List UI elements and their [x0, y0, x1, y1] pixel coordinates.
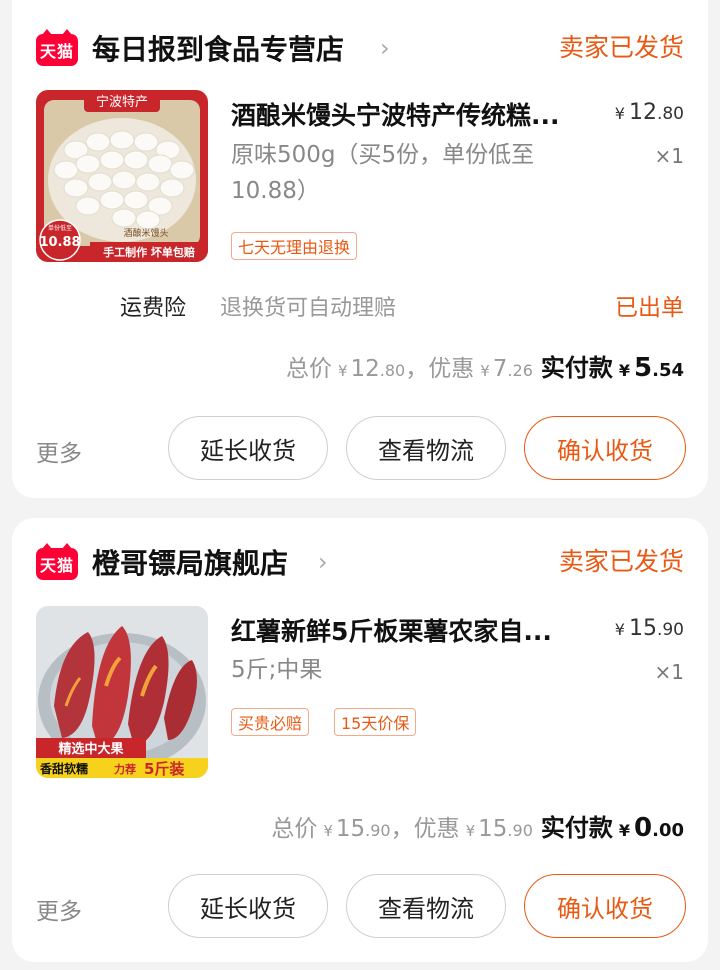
product-spec: 5斤;中果 [231, 657, 323, 683]
product-title[interactable]: 红薯新鲜5斤板栗薯农家自... [231, 612, 591, 648]
product-price: ¥12.80 [615, 100, 684, 125]
insurance-status: 已出单 [615, 295, 684, 321]
image-line1-text: 精选中大果 [58, 741, 123, 757]
confirm-receipt-button[interactable]: 确认收货 [524, 416, 686, 480]
discount-decimal: .26 [507, 361, 533, 380]
image-price-badge: 10.88 [39, 235, 80, 250]
service-tag: 15天价保 [334, 708, 417, 736]
total-integer: 12 [350, 356, 380, 382]
extend-receipt-button[interactable]: 延长收货 [168, 874, 328, 938]
image-label-text: 酒酿米馒头 [123, 227, 168, 239]
order-totals: 总价 ¥15.90 ，优惠 ¥15.90 实付款 ¥0.00 [271, 808, 684, 843]
discount-integer: 15 [478, 816, 508, 842]
paid-label: 实付款 [540, 354, 613, 382]
product-quantity: ×1 [654, 660, 684, 684]
product-quantity: ×1 [654, 144, 684, 168]
view-logistics-button[interactable]: 查看物流 [346, 874, 506, 938]
image-price-badge-label: 单份低至 [48, 224, 72, 232]
yen-symbol: ¥ [323, 822, 333, 840]
image-banner-text: 宁波特产 [96, 94, 148, 110]
product-image[interactable]: 精选中大果 香甜软糯 力荐 5斤装 [36, 606, 208, 778]
total-decimal: .90 [365, 821, 391, 840]
rice-bun-image: 宁波特产 单份低至 10.88 酒酿米馒头 手工制作 坏单包赔 [36, 90, 208, 262]
shop-header[interactable]: 天猫 每日报到食品专营店 › 卖家已发货 [12, 12, 708, 76]
order-totals: 总价 ¥12.80 ，优惠 ¥7.26 实付款 ¥5.54 [286, 348, 684, 383]
discount-label: ，优惠 [405, 356, 475, 382]
yen-symbol: ¥ [480, 362, 490, 380]
image-line2c-text: 5斤装 [144, 760, 185, 778]
price-integer: 15 [628, 616, 657, 641]
price-decimal: .90 [656, 620, 684, 640]
total-label: 总价 [271, 816, 318, 842]
shop-name[interactable]: 每日报到食品专营店 [92, 28, 344, 68]
product-title[interactable]: 酒酿米馒头宁波特产传统糕... [231, 96, 591, 132]
shop-header[interactable]: 天猫 橙哥镖局旗舰店 › 卖家已发货 [12, 526, 708, 590]
product-image[interactable]: 宁波特产 单份低至 10.88 酒酿米馒头 手工制作 坏单包赔 [36, 90, 208, 262]
total-decimal: .80 [379, 361, 406, 380]
paid-integer: 5 [634, 353, 653, 383]
image-strip-text: 手工制作 坏单包赔 [103, 245, 195, 259]
order-status: 卖家已发货 [558, 33, 684, 62]
insurance-label: 运费险 [120, 296, 187, 321]
more-button[interactable]: 更多 [36, 434, 82, 468]
view-logistics-button[interactable]: 查看物流 [346, 416, 506, 480]
chevron-right-icon[interactable]: › [318, 548, 328, 576]
product-spec: 原味500g（买5份，单份低至10.88） [231, 142, 535, 204]
image-line2b-text: 力荐 [114, 762, 136, 776]
discount-decimal: .90 [507, 821, 533, 840]
yen-symbol: ¥ [465, 822, 476, 840]
price-integer: 12 [628, 100, 657, 125]
paid-decimal: .54 [652, 360, 684, 381]
service-tag: 七天无理由退换 [231, 232, 358, 260]
paid-label: 实付款 [540, 814, 613, 842]
service-tag: 买贵必赔 [231, 708, 310, 736]
shop-name[interactable]: 橙哥镖局旗舰店 [92, 542, 288, 582]
total-integer: 15 [335, 816, 366, 842]
order-card: 天猫 每日报到食品专营店 › 卖家已发货 宁波特产 单份低至 10.88 酒酿米… [12, 0, 708, 498]
yen-symbol: ¥ [337, 362, 348, 380]
platform-badge-text: 天猫 [39, 42, 74, 61]
product-price: ¥15.90 [615, 616, 684, 641]
discount-integer: 7 [492, 356, 508, 382]
chevron-right-icon[interactable]: › [380, 34, 390, 62]
platform-badge-text: 天猫 [39, 556, 74, 575]
sweet-potato-image: 精选中大果 香甜软糯 力荐 5斤装 [36, 606, 208, 778]
tmall-badge-icon: 天猫 [36, 29, 78, 66]
yen-symbol: ¥ [614, 620, 625, 639]
price-decimal: .80 [656, 104, 684, 124]
image-line2a-text: 香甜软糯 [39, 761, 88, 776]
yen-symbol: ¥ [618, 361, 631, 380]
paid-integer: 0 [634, 813, 653, 843]
tmall-badge-icon: 天猫 [36, 543, 78, 580]
discount-label: ，优惠 [390, 816, 460, 842]
order-status: 卖家已发货 [558, 547, 684, 576]
order-card: 天猫 橙哥镖局旗舰店 › 卖家已发货 精选中大果 香甜软糯 力荐 5斤装 红薯新… [12, 518, 708, 962]
insurance-desc: 退换货可自动理赔 [220, 296, 397, 321]
more-button[interactable]: 更多 [36, 892, 82, 926]
yen-symbol: ¥ [618, 821, 631, 840]
total-label: 总价 [285, 356, 332, 382]
extend-receipt-button[interactable]: 延长收货 [168, 416, 328, 480]
paid-decimal: .00 [652, 820, 684, 841]
confirm-receipt-button[interactable]: 确认收货 [524, 874, 686, 938]
yen-symbol: ¥ [614, 104, 625, 123]
